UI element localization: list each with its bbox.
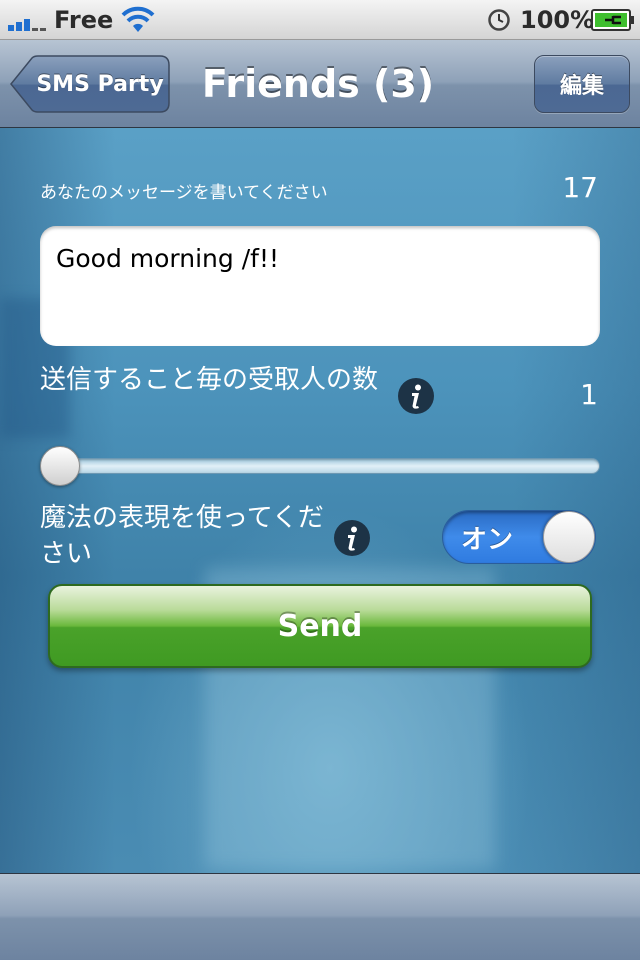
recipients-slider[interactable] <box>40 446 600 486</box>
page-title: Friends (3) <box>201 62 435 106</box>
edit-button[interactable]: 編集 <box>534 55 630 113</box>
slider-thumb[interactable] <box>40 446 80 486</box>
message-label: あなたのメッセージを書いてください <box>40 183 328 203</box>
signal-icon <box>8 19 46 31</box>
back-button-label: SMS Party <box>36 71 164 97</box>
wifi-icon <box>121 6 155 32</box>
toggle-on-label: オン <box>461 524 514 555</box>
bottom-toolbar <box>0 873 640 960</box>
battery-percent: 100% <box>520 6 595 34</box>
magic-expression-toggle[interactable]: オン <box>442 510 596 564</box>
carrier-name: Free <box>54 6 114 34</box>
info-icon[interactable] <box>397 377 435 415</box>
recipients-label: 送信すること毎の受取人の数 <box>40 365 379 395</box>
toggle-knob <box>543 511 595 563</box>
magic-expression-label: 魔法の表現を使ってください <box>40 503 324 569</box>
battery-charging-icon <box>591 9 634 31</box>
main-content: あなたのメッセージを書いてください 17 Good morning /f!! 送… <box>0 128 640 873</box>
info-icon[interactable] <box>333 519 371 557</box>
send-button[interactable]: Send <box>48 584 592 668</box>
recipients-count: 1 <box>580 378 598 411</box>
status-bar: Free 100% <box>0 0 640 40</box>
back-button[interactable]: SMS Party <box>10 55 170 113</box>
navigation-bar: SMS Party Friends (3) 編集 <box>0 40 640 128</box>
slider-track <box>40 458 600 474</box>
clock-icon <box>488 9 510 31</box>
character-count: 17 <box>562 171 598 204</box>
message-text-area[interactable]: Good morning /f!! <box>40 226 600 346</box>
